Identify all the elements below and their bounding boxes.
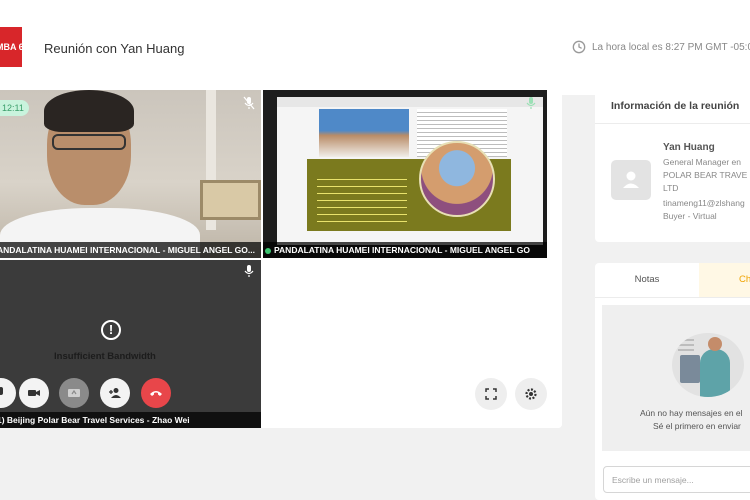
tab-chat[interactable]: Chat xyxy=(699,263,750,297)
contact-role: General Manager en xyxy=(663,157,741,167)
chat-empty-message: Aún no hay mensajes en el Sé el primero … xyxy=(640,407,750,433)
illustration-phone xyxy=(680,355,700,383)
mic-muted-icon xyxy=(243,96,255,110)
bandwidth-warning: Insufficient Bandwidth xyxy=(54,351,156,362)
clock-icon xyxy=(572,40,586,54)
hang-up-button[interactable] xyxy=(141,378,171,408)
mic-icon xyxy=(526,97,536,109)
fullscreen-icon xyxy=(485,388,497,400)
call-timer: 12:11 xyxy=(0,100,29,116)
phone-hangup-icon xyxy=(150,391,162,396)
slide-photo-landscape xyxy=(419,141,495,217)
participant-label: 1) Beijing Polar Bear Travel Services - … xyxy=(0,412,261,428)
meeting-info-card: Información de la reunión Yan Huang Gene… xyxy=(595,90,750,242)
settings-button[interactable] xyxy=(515,378,547,410)
participant-glasses xyxy=(52,134,126,150)
contact-name: Yan Huang xyxy=(663,142,715,153)
shared-slide xyxy=(277,97,543,245)
mic-icon xyxy=(244,265,254,277)
slide-photo-city xyxy=(319,109,409,157)
gear-icon xyxy=(525,388,537,400)
camera-button[interactable] xyxy=(19,378,49,408)
meeting-info-title: Información de la reunión xyxy=(611,100,740,112)
microphone-icon xyxy=(0,387,3,395)
screen-share-icon xyxy=(68,389,80,397)
illustration-lines xyxy=(678,339,694,351)
video-grid: 12:11 ANDALATINA HUAMEI INTERNACIONAL - … xyxy=(0,90,562,428)
camera-icon xyxy=(28,390,40,396)
video-tile-host[interactable]: 12:11 ANDALATINA HUAMEI INTERNACIONAL - … xyxy=(0,90,261,258)
app-logo: MBA 6 xyxy=(0,27,22,67)
tab-notes[interactable]: Notas xyxy=(595,263,699,297)
warning-icon: ! xyxy=(101,320,121,340)
app-header: MBA 6 Reunión con Yan Huang La hora loca… xyxy=(0,0,750,95)
participant-label: ANDALATINA HUAMEI INTERNACIONAL - MIGUEL… xyxy=(0,242,261,258)
video-tile-guest[interactable]: ! Insufficient Bandwidth 1) Beijing Pola… xyxy=(0,260,261,428)
background-frame xyxy=(200,180,261,220)
contact-company: POLAR BEAR TRAVE xyxy=(663,170,748,180)
speaking-indicator xyxy=(265,247,271,254)
mic-button[interactable] xyxy=(0,378,16,408)
local-time: La hora local es 8:27 PM GMT -05:00 xyxy=(572,40,750,54)
empty-video-slot xyxy=(263,260,562,428)
participant-hair xyxy=(44,90,134,132)
contact-company-suffix: LTD xyxy=(663,183,679,193)
illustration-head xyxy=(708,337,722,351)
tab-divider xyxy=(595,297,750,298)
local-time-text: La hora local es 8:27 PM GMT -05:00 xyxy=(592,41,750,53)
chat-empty-line1: Aún no hay mensajes en el xyxy=(640,408,743,418)
message-input[interactable] xyxy=(603,466,750,493)
video-tile-presentation[interactable]: PANDALATINA HUAMEI INTERNACIONAL - MIGUE… xyxy=(263,90,547,258)
chat-empty-line2: Sé el primero en enviar xyxy=(653,421,741,431)
participant-label-text: PANDALATINA HUAMEI INTERNACIONAL - MIGUE… xyxy=(274,245,530,255)
notes-chat-panel: Notas Chat Aún no hay mensajes en el Sé … xyxy=(595,263,750,500)
slide-toolbar xyxy=(277,97,543,107)
divider xyxy=(595,123,750,124)
slide-bullets xyxy=(317,173,407,223)
share-screen-button[interactable] xyxy=(59,378,89,408)
fullscreen-button[interactable] xyxy=(475,378,507,410)
add-person-icon xyxy=(109,388,121,398)
user-icon xyxy=(623,171,639,188)
page-title: Reunión con Yan Huang xyxy=(44,41,185,56)
illustration-person xyxy=(700,349,730,397)
chat-illustration xyxy=(672,333,744,397)
participant-label-presenter: PANDALATINA HUAMEI INTERNACIONAL - MIGUE… xyxy=(263,242,547,258)
contact-email[interactable]: tinameng11@zlshang xyxy=(663,198,745,208)
contact-type: Buyer - Virtual xyxy=(663,211,717,221)
chat-empty-state: Aún no hay mensajes en el Sé el primero … xyxy=(602,305,750,451)
add-participant-button[interactable] xyxy=(100,378,130,408)
avatar xyxy=(611,160,651,200)
